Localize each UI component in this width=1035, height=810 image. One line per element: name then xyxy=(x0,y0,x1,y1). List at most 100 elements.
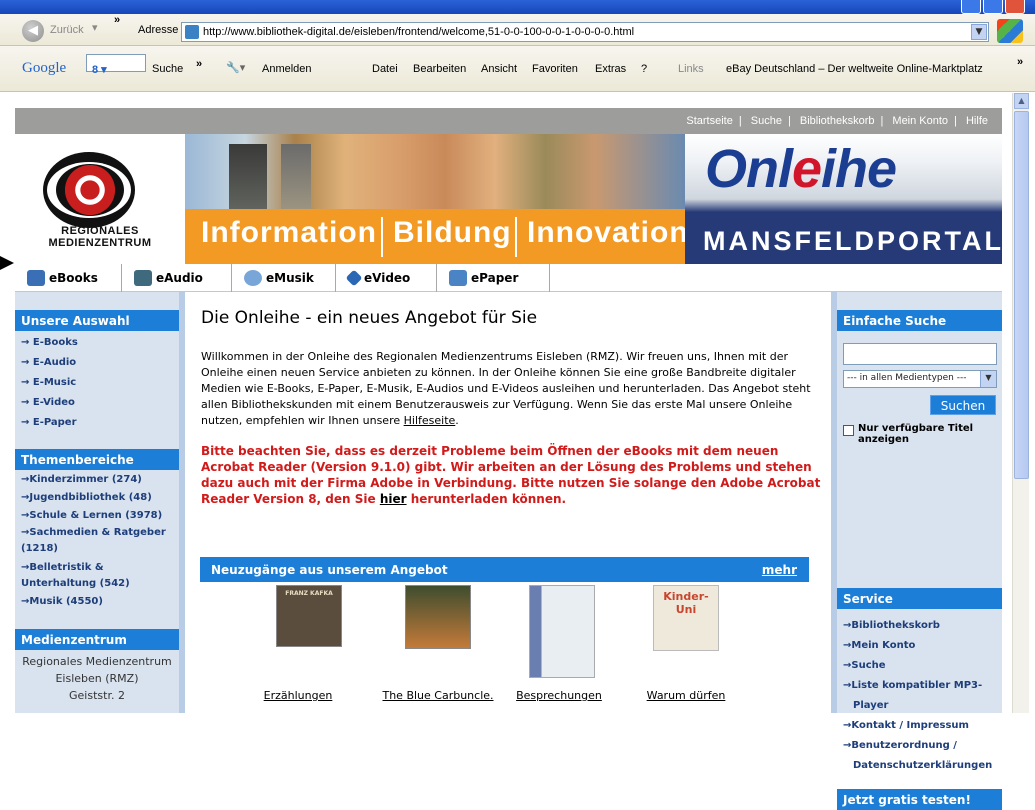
book-cover-text: FRANZ KAFKA xyxy=(285,590,333,597)
windows-logo-icon xyxy=(997,19,1023,43)
test-heading: Jetzt gratis testen! xyxy=(837,789,1002,810)
service-kontakt[interactable]: →Kontakt / Impressum xyxy=(843,716,969,736)
tab-evideo-label: eVideo xyxy=(364,271,411,285)
chevron-more-icon[interactable]: » xyxy=(114,14,120,26)
tab-evideo[interactable]: eVideo xyxy=(336,264,437,292)
intro-text: Willkommen in der Onleihe des Regionalen… xyxy=(201,349,823,429)
tab-emusik-label: eMusik xyxy=(266,271,314,285)
tab-ebooks-label: eBooks xyxy=(49,271,98,285)
book-cover[interactable]: FRANZ KAFKA xyxy=(276,585,342,647)
back-dropdown-icon[interactable]: ▾ xyxy=(92,21,98,34)
service-mein-konto[interactable]: →Mein Konto xyxy=(843,636,915,656)
tab-ebooks[interactable]: eBooks xyxy=(15,264,122,292)
page-icon xyxy=(185,25,199,39)
back-button[interactable]: ◀ xyxy=(22,20,44,42)
rmz-logo-text: REGIONALES MEDIENZENTRUM xyxy=(15,225,185,249)
mediatype-select-value: --- in allen Medientypen --- xyxy=(847,373,967,383)
address-line2: Eisleben (RMZ) xyxy=(55,672,139,685)
hier-link[interactable]: hier xyxy=(380,492,407,506)
scroll-up-icon[interactable]: ▲ xyxy=(1014,93,1029,109)
close-button[interactable] xyxy=(1005,0,1025,14)
tab-epaper[interactable]: ePaper xyxy=(437,264,550,292)
link-ebooks[interactable]: → E-Books xyxy=(21,337,78,348)
link-eaudio[interactable]: → E-Audio xyxy=(21,357,76,368)
onleihe-wordmark: Onleihe xyxy=(705,138,897,200)
link-schule[interactable]: →Schule & Lernen (3978) xyxy=(21,510,162,521)
tab-eaudio[interactable]: eAudio xyxy=(122,264,232,292)
scroll-thumb[interactable] xyxy=(1014,111,1029,479)
nav-hilfe[interactable]: Hilfe xyxy=(966,115,988,127)
web-page: Startseite | Suche | Bibliothekskorb | Mein… xyxy=(15,108,1002,810)
menu-favoriten[interactable]: Favoriten xyxy=(532,63,578,75)
service-suche[interactable]: →Suche xyxy=(843,656,886,676)
warning-end: herunterladen können. xyxy=(406,492,567,506)
book-title[interactable]: Erzählungen xyxy=(251,689,345,703)
nav-bibliothekskorb[interactable]: Bibliothekskorb xyxy=(800,115,875,127)
service-benutzerordnung[interactable]: →Benutzerordnung / xyxy=(843,736,957,756)
book-title[interactable]: Warum dürfen Erwachsene mehr xyxy=(631,689,741,705)
book-cover[interactable]: Kinder-Uni xyxy=(653,585,719,651)
link-sachmedien[interactable]: →Sachmedien & Ratgeber (1218) xyxy=(21,525,171,557)
link-emusic[interactable]: → E-Music xyxy=(21,377,76,388)
link-musik[interactable]: →Musik (4550) xyxy=(21,596,103,607)
menu-extras[interactable]: Extras xyxy=(595,63,626,75)
minimize-button[interactable] xyxy=(961,0,981,14)
tab-emusik[interactable]: eMusik xyxy=(232,264,336,292)
hilfe-link[interactable]: Hilfeseite xyxy=(404,414,456,427)
evideo-icon xyxy=(345,269,363,287)
search-heading: Einfache Suche xyxy=(837,310,1002,331)
chevron-more-icon[interactable]: » xyxy=(196,58,202,70)
mansfeldportal-text: MANSFELDPORTAL xyxy=(703,226,1004,256)
url-text[interactable]: http://www.bibliothek-digital.de/eislebe… xyxy=(203,26,634,38)
eaudio-icon xyxy=(134,270,152,286)
service-datenschutz[interactable]: Datenschutzerklärungen xyxy=(853,756,992,776)
menu-bearbeiten[interactable]: Bearbeiten xyxy=(413,63,466,75)
nav-startseite[interactable]: Startseite xyxy=(686,115,732,127)
service-mp3-list-cont[interactable]: Player xyxy=(853,696,888,716)
more-link[interactable]: mehr xyxy=(762,563,797,577)
link-evideo[interactable]: → E-Video xyxy=(21,397,75,408)
search-input[interactable] xyxy=(843,343,997,365)
onleihe-logo[interactable]: Onleihe MANSFELDPORTAL xyxy=(685,134,1002,264)
search-button[interactable]: Suchen xyxy=(930,395,996,415)
address-bar[interactable]: http://www.bibliothek-digital.de/eislebe… xyxy=(181,22,989,42)
book-title[interactable]: The Blue Carbuncle. The Painful xyxy=(378,689,498,705)
chevron-more-icon[interactable]: » xyxy=(1017,56,1023,68)
signin-label[interactable]: Anmelden xyxy=(262,63,312,75)
wrench-icon[interactable]: 🔧▾ xyxy=(226,61,245,74)
menu-help[interactable]: ? xyxy=(641,63,647,75)
link-kinderzimmer[interactable]: →Kinderzimmer (274) xyxy=(21,474,142,485)
nav-mein-konto[interactable]: Mein Konto xyxy=(892,115,948,127)
left-sidebar: Unsere Auswahl → E-Books → E-Audio → E-M… xyxy=(15,292,185,713)
media-tabs: eBooks eAudio eMusik eVideo ePaper xyxy=(15,264,1002,292)
ebay-link[interactable]: eBay Deutschland – Der weltweite Online-… xyxy=(726,63,983,75)
link-epaper[interactable]: → E-Paper xyxy=(21,417,77,428)
nav-suche[interactable]: Suche xyxy=(751,115,782,127)
available-label: Nur verfügbare Titel anzeigen xyxy=(858,423,974,445)
back-label: Zurück xyxy=(50,24,84,36)
ebooks-icon xyxy=(27,270,45,286)
medienzentrum-heading: Medienzentrum xyxy=(15,629,179,650)
menu-ansicht[interactable]: Ansicht xyxy=(481,63,517,75)
available-checkbox[interactable] xyxy=(843,425,854,436)
book-cover[interactable] xyxy=(405,585,471,649)
menu-datei[interactable]: Datei xyxy=(372,63,398,75)
mediatype-select[interactable]: --- in allen Medientypen --- ▼ xyxy=(843,370,997,388)
right-sidebar: Einfache Suche --- in allen Medientypen … xyxy=(831,292,1002,810)
vertical-scrollbar[interactable]: ▲ xyxy=(1012,93,1029,713)
link-jugendbibliothek[interactable]: →Jugendbibliothek (48) xyxy=(21,492,152,503)
rmz-logo[interactable]: REGIONALES MEDIENZENTRUM xyxy=(15,134,185,264)
slogan-divider xyxy=(381,217,383,257)
address-dropdown-icon[interactable]: ▼ xyxy=(971,24,987,40)
book-cover[interactable] xyxy=(529,585,595,678)
main-content: Die Onleihe - ein neues Angebot für Sie … xyxy=(191,292,831,713)
google-logo[interactable]: Google xyxy=(22,60,66,77)
book-title[interactable]: Besprechungen sicher und sinnvoll xyxy=(501,689,617,705)
link-belletristik[interactable]: →Belletristik & Unterhaltung (542) xyxy=(21,560,161,592)
chevron-down-icon[interactable]: ▼ xyxy=(980,371,996,387)
maximize-button[interactable] xyxy=(983,0,1003,14)
service-mp3-list[interactable]: →Liste kompatibler MP3- xyxy=(843,676,982,696)
service-bibliothekskorb[interactable]: →Bibliothekskorb xyxy=(843,616,940,636)
slogan-information: Information xyxy=(201,216,377,249)
google-search-label[interactable]: Suche xyxy=(152,63,183,75)
